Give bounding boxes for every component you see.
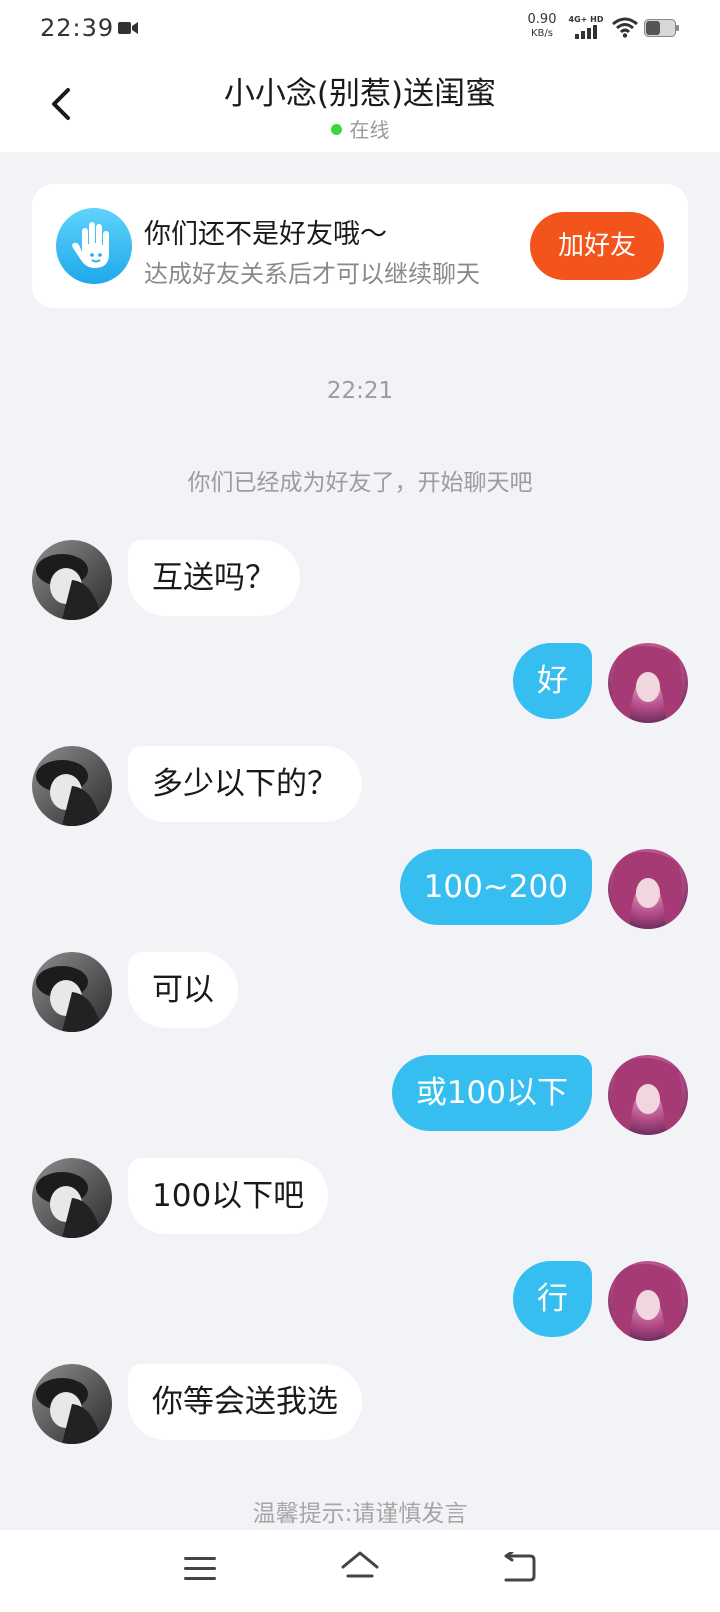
signal-icon: 4G+ HD: [569, 15, 604, 39]
status-time: 22:39: [40, 14, 115, 42]
message-bubble-incoming[interactable]: 你等会送我选: [128, 1364, 362, 1440]
online-dot: [330, 124, 342, 135]
my-avatar[interactable]: [608, 1261, 688, 1341]
add-friend-button[interactable]: 加好友: [530, 212, 664, 280]
contact-avatar[interactable]: [32, 540, 112, 620]
online-status: 在线: [0, 114, 720, 143]
wifi-icon: [612, 17, 638, 38]
my-avatar[interactable]: [608, 1055, 688, 1135]
back-icon[interactable]: [502, 1552, 536, 1584]
contact-avatar[interactable]: [32, 746, 112, 826]
svg-text:4G+ HD: 4G+ HD: [569, 15, 604, 24]
hand-icon: [56, 208, 132, 284]
chat-timestamp: 22:21: [326, 378, 394, 404]
message-bubble-incoming[interactable]: 可以: [128, 952, 238, 1028]
banner-title: 你们还不是好友哦～: [144, 219, 387, 250]
contact-avatar[interactable]: [32, 952, 112, 1032]
contact-avatar[interactable]: [32, 1158, 112, 1238]
home-icon[interactable]: [340, 1550, 380, 1586]
page-title: 小小念(别惹)送闺蜜: [223, 76, 497, 112]
online-status-label: 在线: [349, 118, 390, 142]
status-bar: 22:39 0.90 KB/s 4G+ HD: [0, 0, 720, 56]
my-avatar[interactable]: [608, 849, 688, 929]
my-avatar[interactable]: [608, 643, 688, 723]
menu-icon[interactable]: [184, 1554, 216, 1584]
footer-tip: 温馨提示:请谨慎发言: [252, 1501, 468, 1527]
contact-avatar[interactable]: [32, 1364, 112, 1444]
friend-banner: 你们还不是好友哦～ 达成好友关系后才可以继续聊天 加好友: [32, 184, 688, 308]
system-nav-bar: [0, 1530, 720, 1612]
message-bubble-outgoing[interactable]: 行: [513, 1261, 592, 1337]
message-bubble-incoming[interactable]: 互送吗？: [128, 540, 300, 616]
battery-icon: [644, 19, 679, 37]
message-bubble-outgoing[interactable]: 或100以下: [391, 1055, 592, 1131]
system-message: 你们已经成为好友了，开始聊天吧: [187, 470, 533, 496]
message-bubble-incoming[interactable]: 100以下吧: [128, 1158, 329, 1234]
chat-header: 小小念(别惹)送闺蜜 在线: [0, 56, 720, 152]
video-camera-icon: [118, 22, 138, 34]
network-speed: 0.90 KB/s: [527, 12, 557, 40]
message-bubble-outgoing[interactable]: 100~200: [399, 849, 592, 925]
banner-subtitle: 达成好友关系后才可以继续聊天: [144, 260, 480, 288]
message-bubble-incoming[interactable]: 多少以下的？: [128, 746, 362, 822]
message-bubble-outgoing[interactable]: 好: [513, 643, 592, 719]
